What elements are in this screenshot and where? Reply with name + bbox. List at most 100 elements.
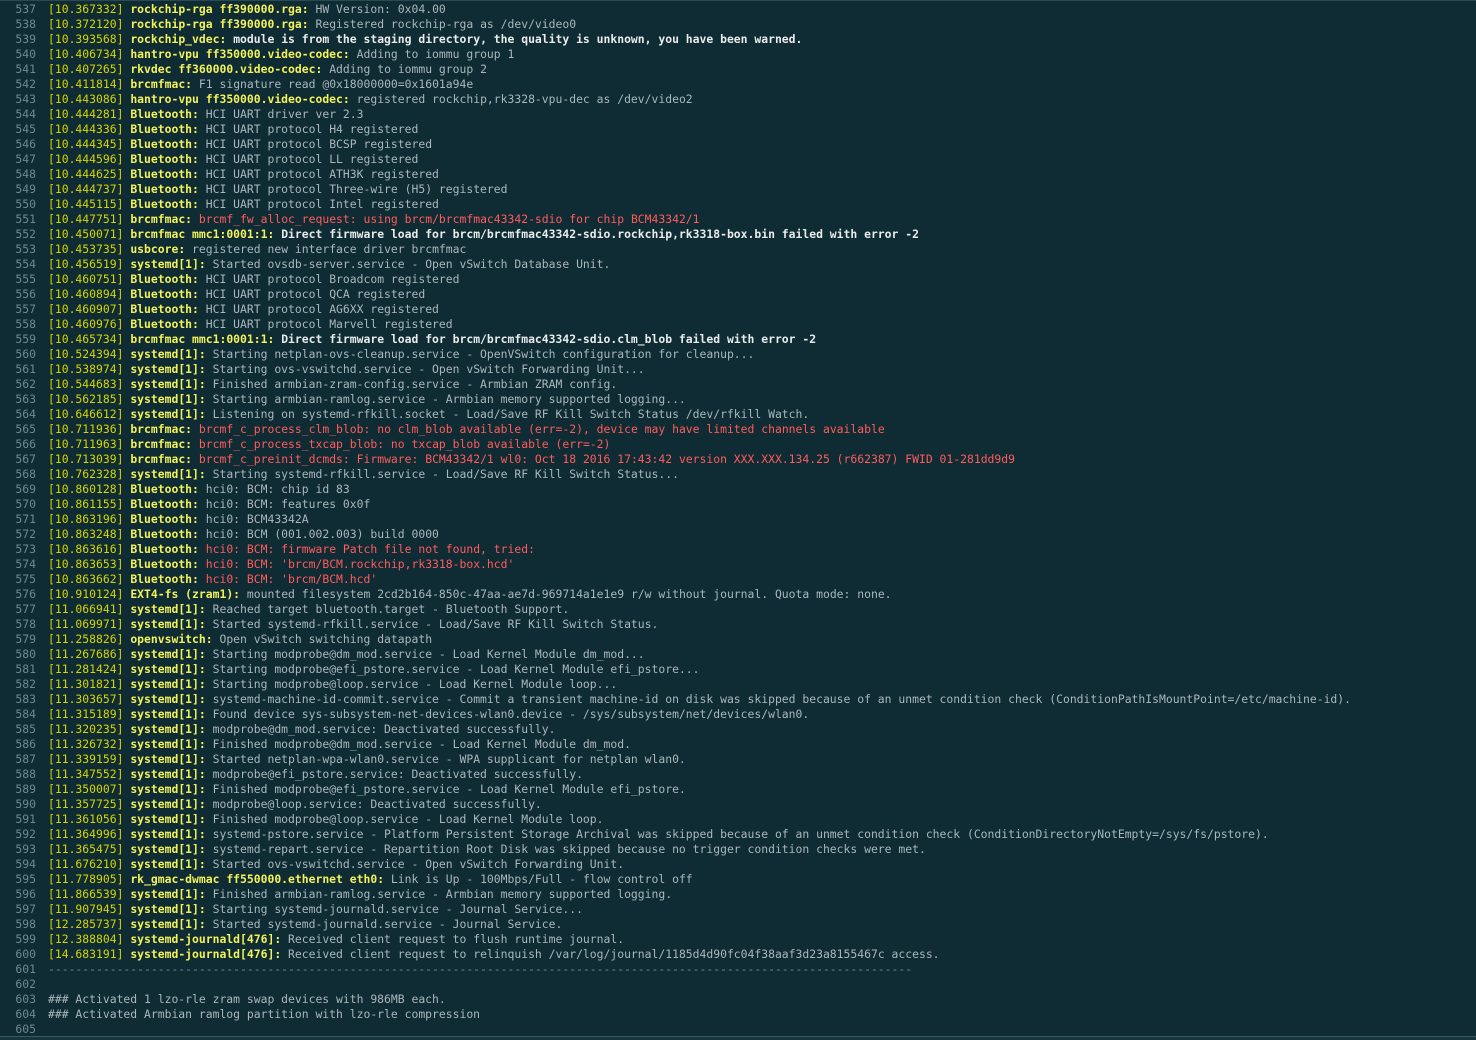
timestamp: 10.711936 xyxy=(54,422,117,436)
open-bracket: [ xyxy=(48,647,55,661)
log-message: HW Version: 0x04.00 xyxy=(315,2,446,16)
log-entry: [11.066941] systemd[1]: Reached target b… xyxy=(48,602,569,617)
log-message: hci0: BCM (001.002.003) build 0000 xyxy=(205,527,439,541)
open-bracket: [ xyxy=(48,407,55,421)
timestamp: 10.367332 xyxy=(54,2,117,16)
log-source: Bluetooth: xyxy=(130,527,199,541)
log-entry: [10.910124] EXT4-fs (zram1): mounted fil… xyxy=(48,587,892,602)
close-bracket: ] xyxy=(116,482,131,496)
log-source: Bluetooth: xyxy=(130,557,199,571)
line-number: 592 xyxy=(15,827,36,841)
log-line: 576 [10.910124] EXT4-fs (zram1): mounted … xyxy=(0,587,1476,602)
open-bracket: [ xyxy=(48,362,55,376)
log-source: systemd[1]: xyxy=(130,722,206,736)
timestamp: 10.910124 xyxy=(54,587,117,601)
log-message-error: brcmf_c_process_clm_blob: no clm_blob av… xyxy=(198,422,885,436)
log-viewer[interactable]: 537 [10.367332] rockchip-rga ff390000.rga… xyxy=(0,0,1476,1040)
timestamp: 11.676210 xyxy=(54,857,117,871)
line-number: 544 xyxy=(15,107,36,121)
line-number: 600 xyxy=(15,947,36,961)
log-line: 540 [10.406734] hantro-vpu ff350000.video… xyxy=(0,47,1476,62)
log-entry: [11.866539] systemd[1]: Finished armbian… xyxy=(48,887,672,902)
log-entry: [10.524394] systemd[1]: Starting netplan… xyxy=(48,347,754,362)
log-line: 593 [11.365475] systemd[1]: systemd-repar… xyxy=(0,842,1476,857)
log-source: Bluetooth: xyxy=(130,572,199,586)
close-bracket: ] xyxy=(116,212,131,226)
log-line: 573 [10.863616] Bluetooth: hci0: BCM: fir… xyxy=(0,542,1476,557)
log-line: 600 [14.683191] systemd-journald[476]: Re… xyxy=(0,947,1476,962)
line-number: 554 xyxy=(15,257,36,271)
log-line: 578 [11.069971] systemd[1]: Started syste… xyxy=(0,617,1476,632)
timestamp: 11.281424 xyxy=(54,662,117,676)
line-number: 567 xyxy=(15,452,36,466)
close-bracket: ] xyxy=(116,692,131,706)
log-entry: [10.860128] Bluetooth: hci0: BCM: chip i… xyxy=(48,482,350,497)
log-source: systemd[1]: xyxy=(130,797,206,811)
line-number: 559 xyxy=(15,332,36,346)
log-line: 548 [10.444625] Bluetooth: HCI UART proto… xyxy=(0,167,1476,182)
line-number: 579 xyxy=(15,632,36,646)
timestamp: 10.538974 xyxy=(54,362,117,376)
horizontal-scrollbar[interactable] xyxy=(0,1036,1476,1040)
log-entry: [11.339159] systemd[1]: Started netplan-… xyxy=(48,752,686,767)
open-bracket: [ xyxy=(48,92,55,106)
log-entry: [11.281424] systemd[1]: Starting modprob… xyxy=(48,662,700,677)
log-message: Started netplan-wpa-wlan0.service - WPA … xyxy=(212,752,686,766)
open-bracket: [ xyxy=(48,947,55,961)
log-line: 594 [11.676210] systemd[1]: Started ovs-v… xyxy=(0,857,1476,872)
log-entry: [12.388804] systemd-journald[476]: Recei… xyxy=(48,932,624,947)
log-message: Finished modprobe@efi_pstore.service - L… xyxy=(212,782,686,796)
timestamp: 11.320235 xyxy=(54,722,117,736)
log-line: 558 [10.460976] Bluetooth: HCI UART proto… xyxy=(0,317,1476,332)
log-entry: [10.411814] brcmfmac: F1 signature read … xyxy=(48,77,473,92)
open-bracket: [ xyxy=(48,182,55,196)
open-bracket: [ xyxy=(48,437,55,451)
line-number: 539 xyxy=(15,32,36,46)
open-bracket: [ xyxy=(48,722,55,736)
line-number: 550 xyxy=(15,197,36,211)
log-message: Starting systemd-rfkill.service - Load/S… xyxy=(212,467,679,481)
log-entry: [10.562185] systemd[1]: Starting armbian… xyxy=(48,392,686,407)
timestamp: 11.069971 xyxy=(54,617,117,631)
log-entry: [10.863196] Bluetooth: hci0: BCM43342A xyxy=(48,512,309,527)
close-bracket: ] xyxy=(116,767,131,781)
log-source: systemd-journald[476]: xyxy=(130,947,282,961)
close-bracket: ] xyxy=(116,947,131,961)
log-message: Received client request to relinquish /v… xyxy=(288,947,940,961)
log-entry: [11.315189] systemd[1]: Found device sys… xyxy=(48,707,809,722)
timestamp: 11.347552 xyxy=(54,767,117,781)
log-line: 554 [10.456519] systemd[1]: Started ovsdb… xyxy=(0,257,1476,272)
close-bracket: ] xyxy=(116,167,131,181)
line-number: 572 xyxy=(15,527,36,541)
close-bracket: ] xyxy=(116,122,131,136)
log-source: Bluetooth: xyxy=(130,287,199,301)
log-entry: [10.711936] brcmfmac: brcmf_c_process_cl… xyxy=(48,422,885,437)
log-source: systemd-journald[476]: xyxy=(130,932,282,946)
line-number: 556 xyxy=(15,287,36,301)
log-source: systemd[1]: xyxy=(130,602,206,616)
log-source: Bluetooth: xyxy=(130,542,199,556)
log-entry: [10.453735] usbcore: registered new inte… xyxy=(48,242,466,257)
log-source: Bluetooth: xyxy=(130,497,199,511)
log-line: 589 [11.350007] systemd[1]: Finished modp… xyxy=(0,782,1476,797)
timestamp: 10.762328 xyxy=(54,467,117,481)
line-number: 582 xyxy=(15,677,36,691)
open-bracket: [ xyxy=(48,557,55,571)
log-source: systemd[1]: xyxy=(130,647,206,661)
log-entry: [10.713039] brcmfmac: brcmf_c_preinit_dc… xyxy=(48,452,1015,467)
log-line: 555 [10.460751] Bluetooth: HCI UART proto… xyxy=(0,272,1476,287)
log-source: rockchip-rga ff390000.rga: xyxy=(130,17,309,31)
timestamp: 10.646612 xyxy=(54,407,117,421)
timestamp: 12.388804 xyxy=(54,932,117,946)
log-message: F1 signature read @0x18000000=0x1601a94e xyxy=(198,77,474,91)
line-number: 602 xyxy=(15,977,36,991)
close-bracket: ] xyxy=(116,407,131,421)
log-message: Reached target bluetooth.target - Blueto… xyxy=(212,602,570,616)
log-source: systemd[1]: xyxy=(130,662,206,676)
close-bracket: ] xyxy=(116,632,131,646)
line-number: 604 xyxy=(15,1007,36,1021)
open-bracket: [ xyxy=(48,2,55,16)
close-bracket: ] xyxy=(116,332,131,346)
log-line: 590 [11.357725] systemd[1]: modprobe@loop… xyxy=(0,797,1476,812)
open-bracket: [ xyxy=(48,692,55,706)
